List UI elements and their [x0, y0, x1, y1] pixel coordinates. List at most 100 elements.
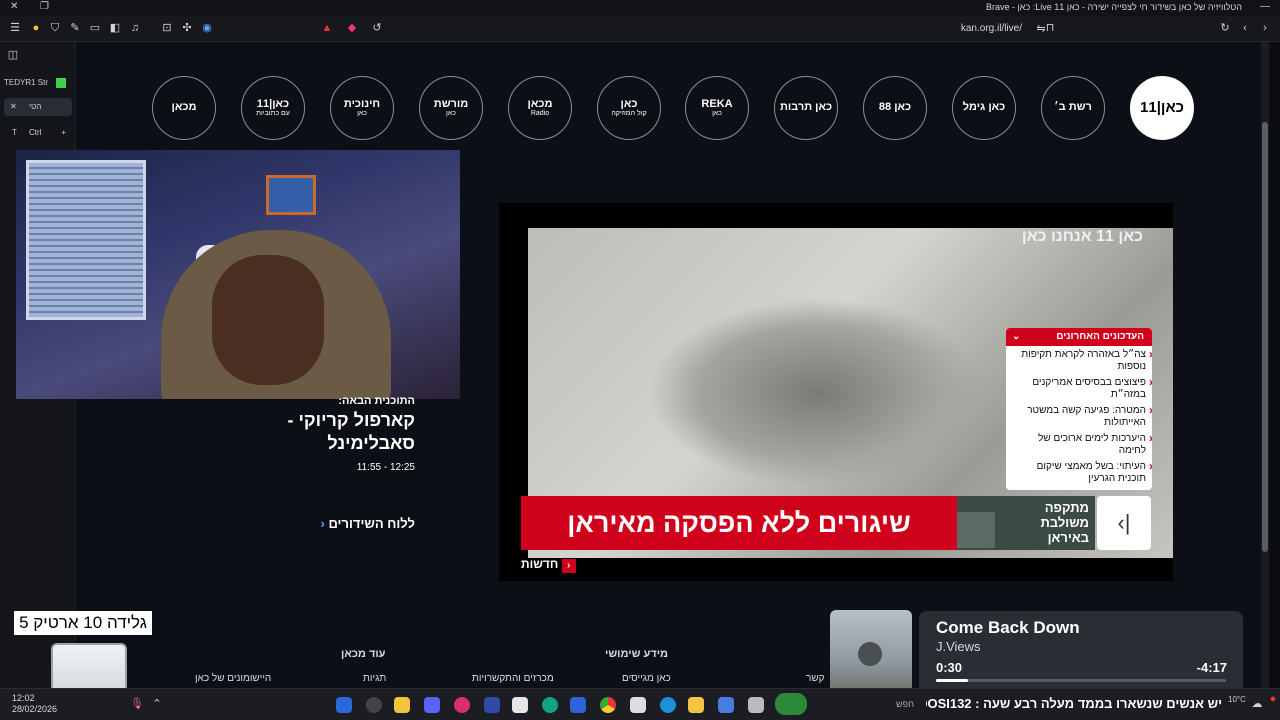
sidebar-tab-item[interactable]: TEDYR1 Str [4, 74, 72, 92]
channel-8[interactable]: מכאן Radio [508, 76, 572, 140]
updates-list: צה״ל באזהרה לקראת תקיפות נוספותפיצוצים ב… [1006, 346, 1152, 486]
chevron-down-icon[interactable]: ⌄ [1012, 328, 1020, 346]
minimize-icon[interactable]: — [1260, 1, 1270, 12]
app-icon-yellow[interactable] [394, 697, 410, 713]
close-tab-icon[interactable]: ✕ [4, 102, 17, 111]
reload-icon[interactable]: ↻ [1218, 21, 1232, 35]
taskbar: 12:02 28/02/2026 🎙 ⌃ חפש יש אנשים שנשארו… [0, 688, 1280, 720]
app-icon-pink[interactable] [454, 697, 470, 713]
menu-icon[interactable]: ☰ [8, 21, 22, 35]
next-program-title-1: קארפול קריוקי - [287, 410, 415, 430]
chatgpt-icon[interactable] [542, 697, 558, 713]
channel-11[interactable]: כאן|11 עם כתוביות [241, 76, 305, 140]
channel-3[interactable]: כאן גימל [952, 76, 1016, 140]
close-icon[interactable]: ✕ [10, 1, 18, 12]
extensions-icon[interactable]: ✣ [180, 21, 194, 35]
channel-5[interactable]: כאן תרבות [774, 76, 838, 140]
channel-10[interactable]: חינוכית כאן [330, 76, 394, 140]
shield-icon[interactable]: ⛉ [48, 21, 62, 35]
channel-2[interactable]: רשת ב׳ [1041, 76, 1105, 140]
footer-link-apps[interactable]: היישומונים של כאן [195, 673, 271, 684]
schedule-link-label: ללוח השידורים [328, 516, 415, 531]
app-icon-white[interactable] [512, 697, 528, 713]
bookmark-icon[interactable]: ⊓ [1043, 21, 1057, 35]
progress-track[interactable] [936, 679, 1226, 682]
t-label: T [12, 128, 17, 137]
channel-watermark: כאן 11 אנחנו כאן [1021, 228, 1143, 245]
music-icon[interactable]: ♫ [128, 21, 142, 35]
footer-link-contact[interactable]: קשר [806, 673, 825, 684]
aircraft-image [957, 512, 995, 548]
screenshot-icon[interactable]: ⊡ [160, 21, 174, 35]
scrollbar[interactable] [1261, 42, 1269, 688]
plus-icon[interactable]: + [61, 124, 66, 142]
side-banner-line-3: באיראן [1047, 530, 1089, 545]
wall-poster [266, 175, 316, 215]
edge-icon[interactable] [660, 697, 676, 713]
channel-9[interactable]: מורשת כאן [419, 76, 483, 140]
latest-updates-title: העדכונים האחרונים [1056, 331, 1144, 342]
wallet-icon[interactable]: ▭ [88, 21, 102, 35]
track-remaining: -4:17 [1196, 660, 1227, 675]
bat-icon[interactable]: ● [29, 21, 43, 35]
side-banner-line-1: מתקפה [1044, 500, 1089, 515]
discord-icon[interactable] [424, 697, 440, 713]
footer-link-tags[interactable]: תגיות [363, 673, 386, 684]
channel-name: מכאן [171, 101, 197, 114]
footer-link-tenders[interactable]: מכרזים והתקשרויות [472, 673, 554, 684]
channel-4[interactable]: כאן 88 [863, 76, 927, 140]
back-icon[interactable]: ‹ [1238, 21, 1252, 35]
app-icon-grey[interactable] [630, 697, 646, 713]
wifi-icon[interactable]: ◉ [200, 21, 214, 35]
stream-overlay-text: גלידה 10 ארטיק 5 [14, 611, 152, 635]
app-icon-light[interactable] [748, 697, 764, 713]
update-item[interactable]: המטרה: פגיעה קשה במשטר האייתולות [1006, 402, 1152, 430]
channel-12[interactable]: מכאן [152, 76, 216, 140]
video-player[interactable]: כאן 11 אנחנו כאן העדכונים האחרונים ⌄ צה״… [499, 203, 1173, 581]
pen-icon[interactable]: ✎ [68, 21, 82, 35]
track-artist: J.Views [936, 639, 981, 654]
sidebar-panel-icon[interactable]: ◫ [6, 48, 20, 62]
progress-fill [936, 679, 968, 682]
album-art-sun [858, 642, 882, 666]
footer-link-jobs[interactable]: כאן מגייסים [622, 673, 671, 684]
new-tab-row[interactable]: T Ctrl + [4, 124, 72, 142]
cloud-app-icon[interactable] [775, 693, 807, 715]
search-box[interactable]: חפש [815, 695, 920, 715]
app-icon-blue[interactable] [484, 697, 500, 713]
microphone-icon[interactable]: 🎙 [130, 697, 144, 711]
obs-icon[interactable] [366, 697, 382, 713]
address-bar[interactable]: kan.org.il/live/ ⇋ [392, 20, 1062, 38]
chevron-up-icon[interactable]: ⌃ [150, 697, 164, 711]
channel-sub: כאן [357, 110, 367, 118]
sidebar-icon[interactable]: ◧ [108, 21, 122, 35]
brave-shields-icon[interactable]: ◆ [345, 21, 359, 35]
restore-icon[interactable]: ❐ [40, 1, 49, 12]
forward-icon[interactable]: › [1258, 21, 1272, 35]
telegram-icon[interactable] [336, 697, 352, 713]
schedule-link[interactable]: ללוח השידורים ‹ [270, 516, 415, 531]
update-item[interactable]: צה״ל באזהרה לקראת תקיפות נוספות [1006, 346, 1152, 374]
channel-7[interactable]: כאן קול המוזיקה [597, 76, 661, 140]
sidebar-tab-active[interactable]: ✕ הטי [4, 98, 72, 116]
copilot-icon[interactable] [718, 697, 734, 713]
file-explorer-icon[interactable] [688, 697, 704, 713]
next-program-label: התוכנית הבאה: [338, 395, 415, 407]
channel-1[interactable]: כאן|11 [1130, 76, 1194, 140]
footer-col1-title: עוד מכאן [341, 648, 386, 660]
brave-rewards-icon[interactable]: ▲ [320, 21, 334, 35]
latest-updates-header: העדכונים האחרונים ⌄ [1006, 328, 1152, 346]
search-placeholder: חפש [896, 699, 914, 709]
url-text: kan.org.il/live/ [960, 23, 1022, 34]
reload-small-icon[interactable]: ↺ [370, 21, 384, 35]
app-icon-blue-2[interactable] [570, 697, 586, 713]
chrome-icon[interactable] [600, 697, 616, 713]
notification-badge-icon: ● [1269, 693, 1277, 705]
update-item[interactable]: היערכות לימים ארוכים של לחימה [1006, 430, 1152, 458]
channel-6[interactable]: REKA כאן [685, 76, 749, 140]
update-item[interactable]: פיצוצים בבסיסים אמריקנים במזה״ת [1006, 374, 1152, 402]
scrollbar-thumb[interactable] [1262, 122, 1268, 552]
kan-news-icon: ‹ [561, 559, 576, 573]
update-item[interactable]: העיתוי: בשל מאמצי שיקום תוכנית הגרעין [1006, 458, 1152, 486]
clock-time: 12:02 [12, 693, 35, 703]
